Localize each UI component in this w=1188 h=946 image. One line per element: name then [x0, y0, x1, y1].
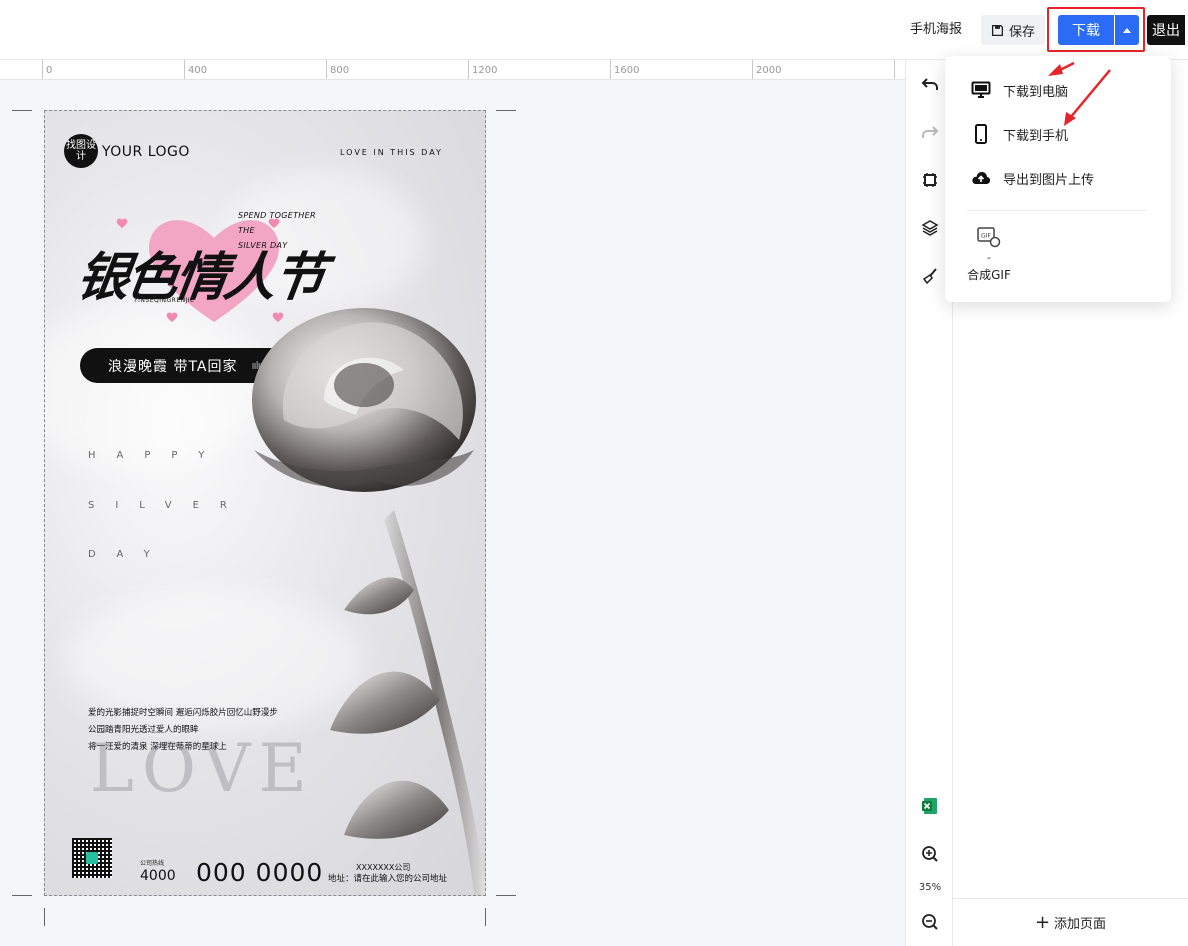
clear-button[interactable]	[918, 264, 942, 288]
qr-logo	[86, 852, 98, 864]
ruler-tick	[752, 60, 753, 79]
undo-icon	[921, 78, 938, 90]
ruler-tick	[894, 60, 895, 79]
redo-button[interactable]	[918, 120, 942, 144]
hotline-prefix[interactable]: 4000	[140, 868, 176, 884]
gif-icon: GIF	[977, 227, 1001, 248]
download-dropdown-toggle[interactable]	[1115, 15, 1139, 45]
ruler-label: 0	[46, 65, 53, 76]
add-page-button[interactable]: + 添加页面	[953, 898, 1188, 946]
monitor-icon	[971, 81, 991, 98]
make-gif-item[interactable]: GIF - 合成GIF	[963, 226, 1015, 283]
add-page-label: 添加页面	[1054, 917, 1107, 932]
download-to-phone-label: 下载到手机	[1003, 128, 1069, 144]
zoom-in-icon	[922, 846, 938, 862]
top-bar: 手机海报 保存 下载 退出	[0, 0, 1188, 60]
exit-button[interactable]: 退出	[1147, 15, 1185, 45]
save-button[interactable]: 保存	[981, 15, 1045, 45]
ruler-tick	[326, 60, 327, 79]
logo-text[interactable]: YOUR LOGO	[102, 144, 190, 160]
svg-text:GIF: GIF	[981, 233, 991, 240]
plus-icon: +	[1034, 911, 1051, 933]
crop-mark	[12, 895, 32, 896]
spaced-text-happy[interactable]: HAPPY	[88, 450, 225, 461]
save-label: 保存	[1008, 24, 1035, 40]
small-heart-icon	[116, 218, 128, 228]
ruler-tick	[610, 60, 611, 79]
mobile-poster-link[interactable]: 手机海报	[910, 18, 962, 37]
export-image-upload-item[interactable]: 导出到图片上传	[971, 168, 1094, 188]
phone-icon	[975, 124, 987, 144]
crop-icon	[923, 173, 937, 187]
gif-dash: -	[987, 251, 991, 264]
broom-icon	[922, 268, 937, 285]
download-dropdown-menu: 下载到电脑 下载到手机 导出到图片上传 GIF - 合成GIF	[945, 56, 1171, 302]
download-to-phone-item[interactable]: 下载到手机	[971, 124, 1068, 144]
crop-mark	[12, 110, 32, 111]
redo-icon	[922, 126, 939, 138]
excel-import-button[interactable]	[918, 794, 942, 818]
slogan-text: 浪漫晚霞 带TA回家	[108, 358, 238, 375]
download-to-computer-label: 下载到电脑	[1003, 84, 1069, 100]
poster-title-pinyin[interactable]: YINSEQINGRENJIE	[134, 297, 194, 304]
cloud-upload-icon	[972, 172, 991, 184]
crop-mark	[485, 908, 486, 926]
crop-mark	[44, 908, 45, 926]
spaced-text-silver[interactable]: SILVER	[88, 500, 248, 511]
spaced-text-day[interactable]: DAY	[88, 549, 171, 560]
layers-icon	[921, 220, 939, 236]
crop-mark	[496, 895, 516, 896]
undo-button[interactable]	[918, 72, 942, 96]
zoom-in-button[interactable]	[918, 842, 942, 866]
export-image-upload-label: 导出到图片上传	[1003, 172, 1095, 188]
save-icon	[991, 24, 1004, 36]
download-to-computer-item[interactable]: 下载到电脑	[971, 80, 1068, 100]
ruler-label: 400	[188, 65, 208, 76]
download-button[interactable]: 下载	[1058, 15, 1114, 45]
body-line[interactable]: 爱的光影捕捉时空瞬间 邂逅闪烁胶片回忆山野漫步	[88, 706, 278, 718]
silk-highlight	[44, 310, 264, 470]
ruler-tick	[184, 60, 185, 79]
ruler-label: 1200	[472, 65, 498, 76]
crop-tool-button[interactable]	[918, 168, 942, 192]
ruler-tick	[468, 60, 469, 79]
crop-mark	[496, 110, 516, 111]
poster-canvas[interactable]: 找图设计 YOUR LOGO LOVE IN THIS DAY SPEND TO…	[44, 110, 486, 896]
zoom-out-icon	[922, 914, 938, 930]
dropdown-divider	[967, 210, 1147, 211]
company-address[interactable]: 地址：请在此输入您的公司地址	[328, 872, 447, 884]
layers-button[interactable]	[918, 216, 942, 240]
make-gif-label: 合成GIF	[967, 268, 1011, 282]
ruler-label: 2000	[756, 65, 782, 76]
hotline-number[interactable]: 000 0000	[196, 858, 323, 887]
zoom-level: 35%	[918, 882, 942, 893]
horizontal-ruler: 0 400 800 1200 1600 2000	[0, 60, 905, 80]
ruler-tick	[42, 60, 43, 79]
tagline-top[interactable]: LOVE IN THIS DAY	[340, 148, 443, 157]
spend-line: SPEND TOGETHER	[238, 211, 316, 220]
excel-icon	[922, 798, 937, 814]
small-heart-icon	[166, 312, 178, 322]
zoom-out-button[interactable]	[918, 910, 942, 934]
ruler-label: 800	[330, 65, 350, 76]
love-watermark[interactable]: LOVE	[90, 730, 315, 807]
hotline-label[interactable]: 公司热线	[140, 858, 164, 867]
ruler-label: 1600	[614, 65, 640, 76]
logo-badge[interactable]: 找图设计	[64, 134, 98, 168]
